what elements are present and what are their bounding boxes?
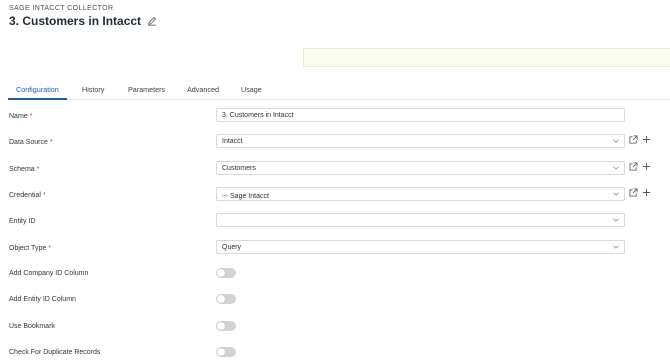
chevron-down-icon	[613, 192, 619, 196]
tab-bar: Configuration History Parameters Advance…	[8, 80, 670, 100]
credential-value: Sage Intacct	[230, 193, 269, 200]
tab-advanced[interactable]: Advanced	[179, 80, 227, 100]
data-source-actions	[629, 135, 651, 144]
form-row-data-source: Data Source * Intacct	[0, 134, 670, 156]
data-source-label: Data Source *	[9, 139, 53, 146]
chevron-down-icon	[613, 245, 619, 249]
add-entity-id-toggle[interactable]	[216, 294, 236, 304]
form-row-add-entity-id: Add Entity ID Column	[0, 293, 670, 315]
schema-value: Customers	[222, 165, 256, 172]
required-marker: *	[29, 113, 33, 120]
add-icon[interactable]	[642, 162, 651, 171]
use-bookmark-label: Use Bookmark	[9, 323, 55, 330]
toggle-knob	[217, 269, 225, 277]
required-marker: *	[36, 166, 40, 173]
use-bookmark-toggle[interactable]	[216, 321, 236, 331]
page-title: 3. Customers in Intacct	[9, 14, 142, 28]
chevron-down-icon	[613, 218, 619, 222]
title-row: 3. Customers in Intacct	[9, 14, 157, 28]
add-icon[interactable]	[642, 188, 651, 197]
notice-bar	[303, 48, 670, 67]
form-row-object-type: Object Type * Query	[0, 240, 670, 262]
toggle-knob	[217, 322, 225, 330]
chevron-down-icon	[613, 166, 619, 170]
add-company-id-label: Add Company ID Column	[9, 270, 89, 277]
credential-label: Credential *	[9, 192, 46, 199]
tab-parameters[interactable]: Parameters	[120, 80, 173, 100]
object-type-select[interactable]: Query	[216, 240, 625, 254]
object-type-label: Object Type *	[9, 245, 51, 252]
required-marker: *	[49, 139, 53, 146]
pencil-edit-icon[interactable]	[147, 16, 157, 26]
collector-type-label: SAGE INTACCT COLLECTOR	[9, 5, 114, 12]
form-row-schema: Schema * Customers	[0, 161, 670, 183]
required-marker: *	[48, 245, 51, 252]
add-company-id-toggle[interactable]	[216, 268, 236, 278]
credential-actions	[629, 188, 651, 197]
check-duplicates-label: Check For Duplicate Records	[9, 349, 101, 356]
schema-actions	[629, 162, 651, 171]
schema-label: Schema *	[9, 166, 40, 173]
add-icon[interactable]	[642, 135, 651, 144]
schema-select[interactable]: Customers	[216, 161, 625, 175]
form-row-add-company-id: Add Company ID Column	[0, 267, 670, 289]
data-source-value: Intacct	[222, 138, 243, 145]
form-row-use-bookmark: Use Bookmark	[0, 320, 670, 342]
credential-select[interactable]: 〰 Sage Intacct	[216, 187, 625, 201]
sage-logo-icon: 〰	[222, 194, 229, 200]
check-duplicates-toggle[interactable]	[216, 347, 236, 357]
toggle-knob	[217, 348, 225, 356]
form-row-check-duplicates: Check For Duplicate Records	[0, 346, 670, 364]
object-type-value: Query	[222, 244, 242, 251]
tab-usage[interactable]: Usage	[233, 80, 270, 100]
open-external-icon[interactable]	[629, 162, 638, 171]
chevron-down-icon	[613, 139, 619, 143]
add-entity-id-label: Add Entity ID Column	[9, 296, 76, 303]
open-external-icon[interactable]	[629, 135, 638, 144]
toggle-knob	[217, 295, 225, 303]
name-input[interactable]: 3. Customers in Intacct	[216, 108, 625, 122]
form-row-entity-id: Entity ID	[0, 213, 670, 235]
tab-history[interactable]: History	[74, 80, 112, 100]
required-marker: *	[42, 192, 46, 199]
name-label: Name *	[9, 113, 33, 120]
tab-configuration[interactable]: Configuration	[8, 80, 67, 100]
entity-id-label: Entity ID	[9, 218, 36, 225]
form-row-name: Name * 3. Customers in Intacct	[0, 108, 670, 130]
form-row-credential: Credential * 〰 Sage Intacct	[0, 187, 670, 209]
data-source-select[interactable]: Intacct	[216, 134, 625, 148]
open-external-icon[interactable]	[629, 188, 638, 197]
entity-id-select[interactable]	[216, 213, 625, 227]
